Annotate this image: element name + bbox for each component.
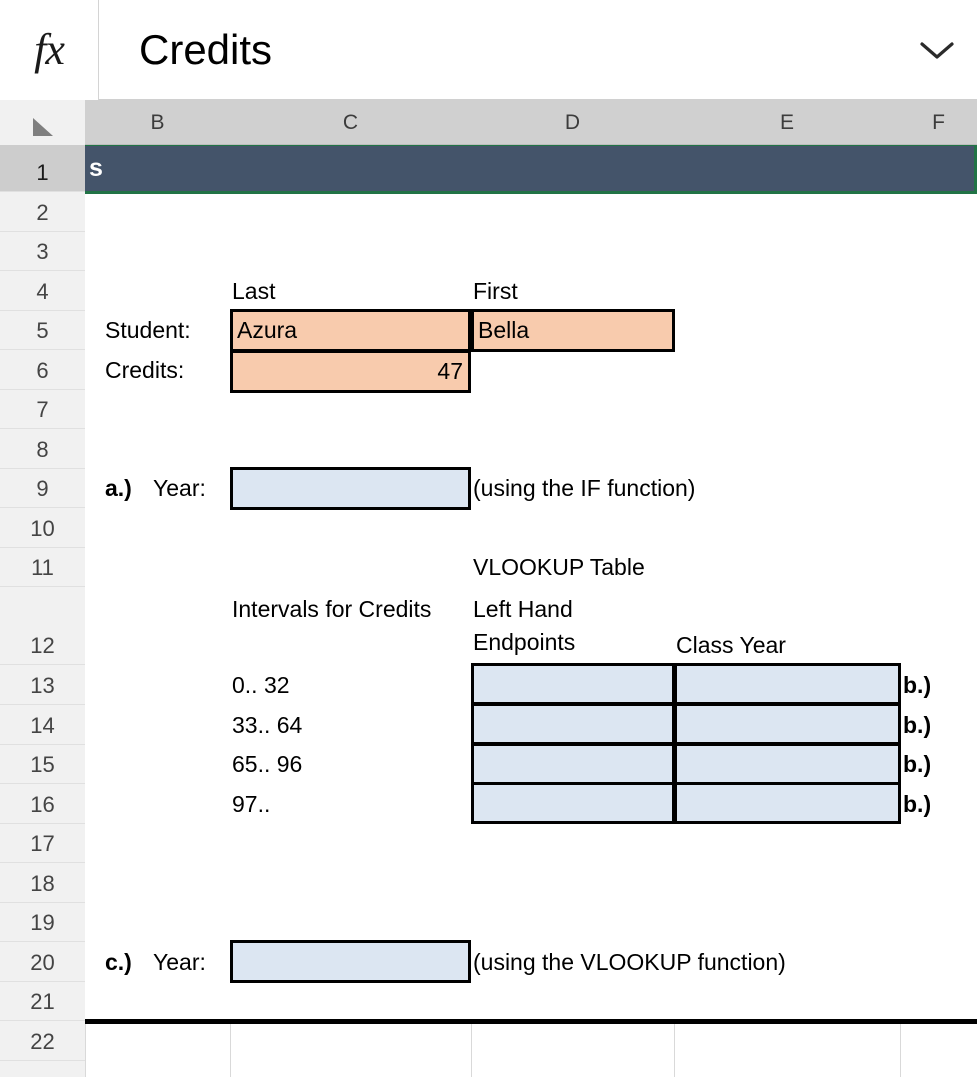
vlookup-table-title: VLOOKUP Table [473,554,645,580]
row-header-column: 1 2 3 4 5 6 7 8 9 10 11 12 13 14 15 16 1… [0,145,85,1077]
student-last-value: Azura [237,317,298,343]
class-year-value-1 [681,665,894,705]
row-header-8[interactable]: 8 [0,429,85,469]
formula-bar-expand-button[interactable] [897,0,977,100]
part-b-marker-1: b.) [903,671,932,698]
class-year-header: Class Year [676,631,786,658]
interval-label-4: 97.. [232,790,271,817]
gridline-b-right [230,1024,231,1077]
row-header-11[interactable]: 11 [0,548,85,587]
row-header-5[interactable]: 5 [0,311,85,350]
row-header-1[interactable]: 1 [0,145,85,192]
row-header-3[interactable]: 3 [0,232,85,271]
part-b-marker-3: b.) [903,751,932,777]
label-credits: Credits: [105,356,185,383]
credits-value: 47 [437,357,463,384]
insert-function-button[interactable]: fx [0,0,99,100]
spreadsheet-grid: B C D E F 1 2 3 4 5 6 7 8 9 10 11 12 13 … [0,100,977,1077]
part-c-answer-value [237,942,463,982]
row-header-15[interactable]: 15 [0,745,85,784]
row-header-4[interactable]: 4 [0,271,85,311]
part-a-marker: a.) [105,475,132,501]
print-area-boundary [85,1019,977,1024]
interval-label-2: 33.. 64 [232,711,303,738]
fx-icon: fx [34,24,65,74]
title-banner-cell[interactable] [85,145,977,192]
row-header-21[interactable]: 21 [0,982,85,1021]
select-all-triangle-icon [32,118,53,136]
class-year-value-2 [681,705,894,745]
header-first: First [473,277,518,304]
row-header-14[interactable]: 14 [0,705,85,745]
gridline-c-right [471,1024,472,1077]
row-header-19[interactable]: 19 [0,903,85,942]
label-student: Student: [105,317,191,343]
student-first-value: Bella [478,317,530,343]
gridline-e-right [900,1024,901,1077]
endpoint-value-2 [478,705,668,745]
header-last: Last [232,277,276,304]
sheet-cells-area[interactable]: s Last First Student: Azura Bella Credit… [85,145,977,1077]
formula-bar: fx Credits [0,0,977,100]
endpoints-header: Left Hand Endpoints [473,596,576,656]
column-header-c[interactable]: C [230,100,471,145]
gridline-b-left [85,1024,86,1077]
interval-label-1: 0.. 32 [232,671,290,698]
row-header-17[interactable]: 17 [0,824,85,863]
row-header-13[interactable]: 13 [0,665,85,705]
class-year-value-4 [681,784,894,824]
column-header-d[interactable]: D [471,100,674,145]
column-header-b[interactable]: B [85,100,230,145]
chevron-down-icon [920,41,954,59]
column-header-f[interactable]: F [900,100,977,145]
row-header-10[interactable]: 10 [0,508,85,548]
class-year-value-3 [681,745,894,784]
row-header-7[interactable]: 7 [0,390,85,429]
column-header-e[interactable]: E [674,100,900,145]
row-header-2[interactable]: 2 [0,192,85,232]
column-header-row: B C D E F [0,100,977,145]
part-c-note: (using the VLOOKUP function) [473,948,786,975]
row-header-22[interactable]: 22 [0,1021,85,1061]
endpoint-value-3 [478,745,668,784]
part-a-answer-value [237,469,463,508]
row-header-9[interactable]: 9 [0,469,85,508]
part-b-marker-2: b.) [903,711,932,738]
formula-input[interactable]: Credits [99,0,897,100]
select-all-button[interactable] [0,100,85,145]
row-header-20[interactable]: 20 [0,942,85,982]
part-a-note: (using the IF function) [473,475,696,501]
part-b-marker-4: b.) [903,790,932,817]
row-header-6[interactable]: 6 [0,350,85,390]
interval-label-3: 65.. 96 [232,751,303,777]
intervals-header: Intervals for Credits [232,596,432,622]
row-header-12[interactable]: 12 [0,587,85,665]
row-header-18[interactable]: 18 [0,863,85,903]
title-banner-text: s [89,154,103,182]
part-c-marker: c.) [105,948,132,975]
endpoint-value-4 [478,784,668,824]
gridline-d-right [674,1024,675,1077]
endpoint-value-1 [478,665,668,705]
row-header-16[interactable]: 16 [0,784,85,824]
